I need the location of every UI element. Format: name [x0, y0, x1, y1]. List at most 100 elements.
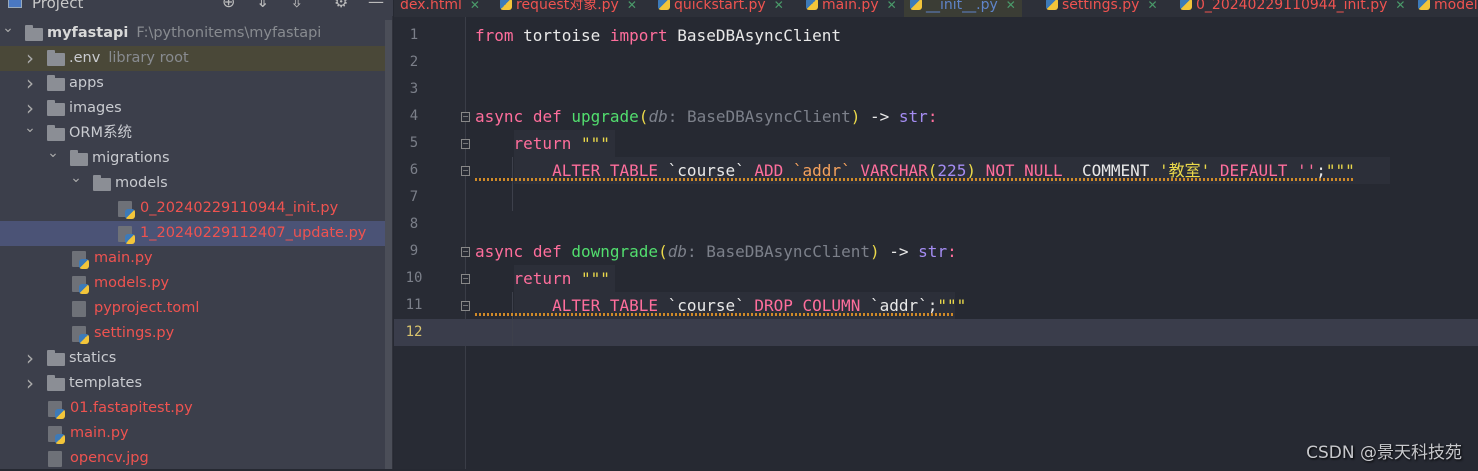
folder-icon — [47, 375, 65, 391]
tree-item-label: images — [69, 96, 122, 121]
tree-item-label: pyproject.toml — [94, 296, 199, 321]
code-token: import — [609, 26, 668, 45]
tree-item[interactable]: pyproject.toml — [0, 296, 385, 321]
editor-tab[interactable]: models — [1412, 0, 1478, 17]
line-number: 7 — [409, 189, 419, 205]
sidebar-scrollbar[interactable] — [385, 20, 392, 469]
tree-item-label: ORM系统 — [69, 121, 132, 146]
tree-item[interactable]: ⌄ migrations — [0, 145, 385, 171]
code-token: db — [648, 107, 668, 126]
tree-item[interactable]: › statics — [0, 346, 385, 371]
tab-label: __init__.py — [926, 0, 998, 13]
fold-marker-icon[interactable]: − — [461, 139, 470, 149]
gear-icon[interactable]: ⚙ — [334, 0, 348, 11]
project-panel-header: Project ⊕ ⇕ ⇳ ⚙ — — [0, 0, 393, 16]
tab-label: request对象.py — [516, 0, 619, 13]
chevron-down-icon[interactable]: ⌄ — [1, 16, 15, 41]
tree-item[interactable]: 0_20240229110944_init.py — [0, 196, 385, 221]
code-line: async def downgrade(db: BaseDBAsyncClien… — [475, 238, 957, 265]
line-number: 6 — [409, 162, 419, 178]
tree-item-label: 1_20240229112407_update.py — [140, 221, 366, 246]
hide-icon[interactable]: — — [368, 0, 384, 11]
chevron-right-icon[interactable]: › — [23, 71, 37, 96]
item-name: main.py — [94, 250, 153, 266]
close-icon[interactable]: ✕ — [1006, 0, 1016, 12]
code-token: """ — [580, 269, 610, 288]
folder-icon — [47, 125, 65, 141]
python-file-icon — [72, 326, 89, 344]
toml-file-icon — [72, 301, 86, 317]
project-panel-title[interactable]: Project — [32, 0, 83, 12]
item-hint: library root — [108, 50, 189, 66]
line-number: 4 — [409, 108, 419, 124]
python-file-icon — [118, 201, 135, 219]
locate-icon[interactable]: ⊕ — [222, 0, 235, 11]
tree-item[interactable]: models.py — [0, 271, 385, 296]
editor-tab[interactable]: 0_20240229110944_init.py ✕ — [1174, 0, 1411, 17]
tree-item-label: opencv.jpg — [70, 446, 149, 471]
editor-tab[interactable]: request对象.py ✕ — [494, 0, 643, 17]
item-name: opencv.jpg — [70, 450, 149, 466]
tree-item[interactable]: ⌄ myfastapi F:\pythonitems\myfastapi — [0, 20, 385, 46]
code-token: str — [898, 107, 928, 126]
fold-marker-icon[interactable]: − — [461, 274, 470, 284]
tree-item[interactable]: 1_20240229112407_update.py — [0, 221, 385, 246]
close-icon[interactable]: ✕ — [1395, 0, 1405, 12]
editor-tab[interactable]: dex.html ✕ — [394, 0, 486, 17]
close-icon[interactable]: ✕ — [627, 0, 637, 12]
tree-item-label: apps — [69, 71, 104, 96]
tree-item-label: models — [115, 171, 168, 196]
editor-tab[interactable]: main.py ✕ — [800, 0, 903, 17]
line-number: 11 — [405, 297, 423, 313]
expand-all-icon[interactable]: ⇕ — [256, 0, 269, 11]
chevron-right-icon[interactable]: › — [23, 346, 37, 371]
tree-item[interactable]: › .env library root — [0, 46, 385, 71]
fold-marker-icon[interactable]: − — [461, 112, 470, 122]
project-icon — [8, 0, 22, 8]
close-icon[interactable]: ✕ — [470, 0, 480, 12]
code-token: str — [918, 242, 948, 261]
tree-item[interactable]: settings.py — [0, 321, 385, 346]
tree-item[interactable]: 01.fastapitest.py — [0, 396, 385, 421]
fold-marker-icon[interactable]: − — [461, 247, 470, 257]
python-file-icon — [72, 276, 89, 294]
chevron-down-icon[interactable]: ⌄ — [46, 141, 60, 166]
chevron-right-icon[interactable]: › — [23, 46, 37, 71]
editor-tab[interactable]: settings.py ✕ — [1040, 0, 1164, 17]
tree-item[interactable]: › templates — [0, 371, 385, 396]
line-number: 8 — [409, 216, 419, 232]
fold-marker-icon[interactable]: − — [461, 166, 470, 176]
editor-tab[interactable]: __init__.py ✕ — [904, 0, 1022, 17]
code-token: upgrade — [571, 107, 639, 126]
item-name: 01.fastapitest.py — [70, 400, 193, 416]
tree-item[interactable]: main.py — [0, 421, 385, 446]
close-icon[interactable]: ✕ — [1147, 0, 1157, 12]
item-name: .env — [69, 50, 101, 66]
chevron-right-icon[interactable]: › — [23, 371, 37, 396]
tree-item[interactable]: ⌄ models — [0, 170, 385, 196]
fold-marker-icon[interactable]: − — [461, 301, 470, 311]
folder-icon — [47, 75, 65, 91]
tree-item[interactable]: main.py — [0, 246, 385, 271]
chevron-down-icon[interactable]: ⌄ — [23, 116, 37, 141]
tree-item[interactable]: opencv.jpg — [0, 446, 385, 471]
collapse-all-icon[interactable]: ⇳ — [290, 0, 303, 11]
tree-item[interactable]: › images — [0, 96, 385, 121]
code-line: return """ — [475, 130, 610, 157]
tab-label: main.py — [822, 0, 879, 13]
folder-icon — [70, 150, 88, 166]
code-token: """ — [580, 134, 610, 153]
close-icon[interactable]: ✕ — [774, 0, 784, 12]
code-token: : BaseDBAsyncClient — [686, 242, 870, 261]
folder-icon — [47, 50, 65, 66]
code-token: def — [532, 107, 562, 126]
close-icon[interactable]: ✕ — [887, 0, 897, 12]
tree-item-label: 0_20240229110944_init.py — [140, 196, 338, 221]
tree-item-label: .env library root — [69, 46, 189, 71]
python-file-icon — [1180, 0, 1192, 10]
item-name: templates — [69, 375, 143, 391]
chevron-down-icon[interactable]: ⌄ — [69, 166, 83, 191]
item-name: statics — [69, 350, 117, 366]
editor-tab[interactable]: quickstart.py ✕ — [652, 0, 790, 17]
tree-item[interactable]: › apps — [0, 71, 385, 96]
